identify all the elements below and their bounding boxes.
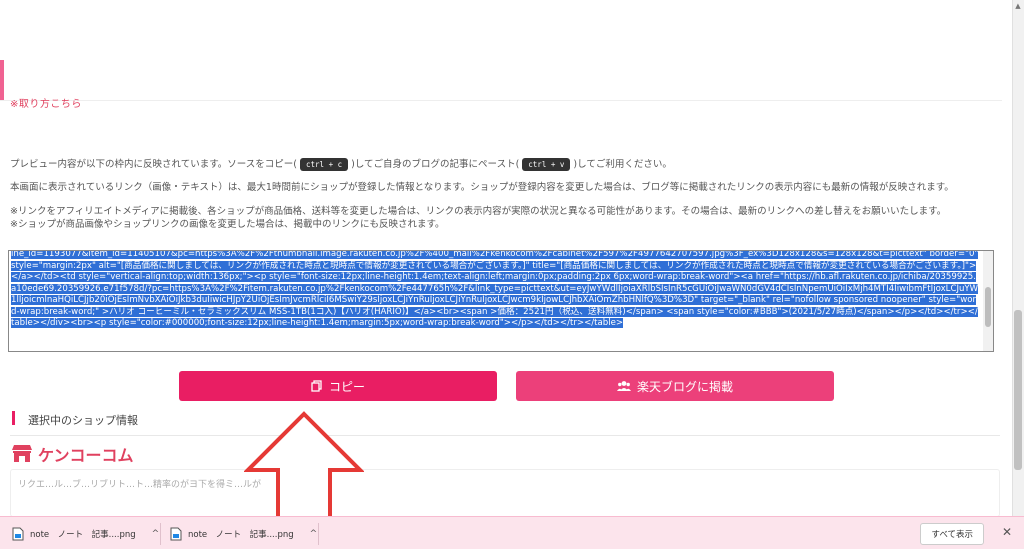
preview-text-1: プレビュー内容が以下の枠内に反映されています。ソースをコピー( — [10, 159, 297, 170]
textarea-scrollbar[interactable] — [983, 251, 993, 351]
section-accent-bar — [12, 411, 15, 425]
chevron-up-icon[interactable]: ^ — [152, 529, 160, 539]
download-item-1-filename: note ノート 記事....png — [30, 530, 136, 540]
download-separator — [318, 523, 319, 545]
post-to-rakuten-blog-button[interactable]: 楽天ブログに掲載 — [516, 371, 834, 401]
cut-heading: ※取り方こちら — [10, 99, 82, 110]
notice-affiliate: ※リンクをアフィリエイトメディアに掲載後、各ショップが商品価格、送料等を変更した… — [10, 206, 947, 217]
top-blank-area — [0, 0, 1012, 100]
page-scrollbar[interactable]: ▲ — [1012, 0, 1024, 516]
shop-description: リクエ…ル…ブ…リブリト…ト…精率のがヨ下を得ミ…ルが — [18, 480, 262, 490]
notice-image: ※ショップが商品画像やショップリンクの画像を変更した場合は、掲載中のリンクにも反… — [10, 219, 445, 230]
shop-icon — [12, 445, 32, 462]
users-icon — [616, 381, 631, 391]
download-item-2-filename: note ノート 記事....png — [188, 530, 294, 540]
scroll-up-icon[interactable]: ▲ — [1014, 2, 1022, 10]
page: ▲ ※取り方こちら プレビュー内容が以下の枠内に反映されています。ソースをコピー… — [0, 0, 1024, 549]
link-builder-panel: ※取り方こちら プレビュー内容が以下の枠内に反映されています。ソースをコピー(c… — [0, 99, 1002, 517]
preview-text-3: )してご利用ください。 — [573, 159, 672, 170]
textarea-scrollbar-thumb[interactable] — [985, 287, 991, 327]
preview-instructions: プレビュー内容が以下の枠内に反映されています。ソースをコピー(ctrl + c)… — [10, 158, 672, 171]
source-code-text[interactable]: ine_id=1193077&item_id=11405107&pc=https… — [11, 250, 979, 330]
section-title-shop-info: 選択中のショップ情報 — [28, 414, 138, 427]
copy-icon — [311, 380, 322, 392]
section-divider — [10, 435, 1000, 436]
selected-code: ine_id=1193077&item_id=11405107&pc=https… — [11, 250, 979, 328]
kbd-copy-shortcut: ctrl + c — [300, 158, 349, 171]
file-icon — [170, 527, 182, 541]
download-item-1[interactable]: note ノート 記事....png ^ — [12, 524, 159, 544]
download-separator — [160, 523, 161, 545]
page-scrollbar-thumb[interactable] — [1014, 310, 1022, 470]
close-icon[interactable]: ✕ — [1002, 525, 1012, 539]
shop-name[interactable]: ケンコーコム — [38, 442, 134, 466]
copy-button[interactable]: コピー — [179, 371, 497, 401]
source-code-textarea[interactable]: ine_id=1193077&item_id=11405107&pc=https… — [8, 250, 994, 352]
kbd-paste-shortcut: ctrl + v — [522, 158, 571, 171]
post-to-rakuten-blog-label: 楽天ブログに掲載 — [636, 379, 733, 394]
download-bar: note ノート 記事....png ^ note ノート 記事....png … — [0, 516, 1024, 549]
notice-update: 本画面に表示されているリンク（画像・テキスト）は、最大1時間前にショップが登録し… — [10, 182, 954, 193]
chevron-up-icon[interactable]: ^ — [310, 529, 318, 539]
preview-text-2: )してご自身のブログの記事にペースト( — [351, 159, 520, 170]
show-all-downloads-button[interactable]: すべて表示 — [920, 523, 984, 545]
left-accent-edge — [0, 60, 4, 100]
download-item-2[interactable]: note ノート 記事....png ^ — [170, 524, 317, 544]
file-icon — [12, 527, 24, 541]
copy-button-label: コピー — [328, 379, 365, 394]
